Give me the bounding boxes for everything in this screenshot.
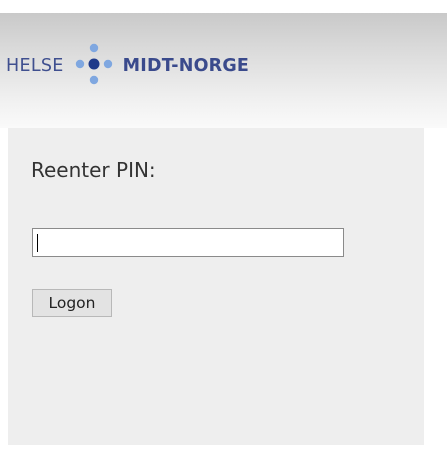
- page-title: Reenter PIN:: [31, 158, 156, 182]
- text-caret: [37, 234, 38, 252]
- logon-button[interactable]: Logon: [32, 289, 112, 317]
- app-header: HELSE MIDT-NORGE: [0, 13, 447, 128]
- logo-dot-right: [103, 59, 112, 69]
- login-panel: Reenter PIN: Logon: [8, 128, 424, 445]
- logo-dot-left: [75, 59, 84, 69]
- logo-dot-top: [89, 43, 98, 53]
- helse-midt-norge-logo: HELSE MIDT-NORGE: [6, 38, 249, 96]
- logo-dot-bottom: [89, 75, 98, 85]
- logo-text-helse: HELSE: [6, 56, 64, 77]
- four-dots-cross-icon: [75, 43, 112, 85]
- logo-text-midt-norge: MIDT-NORGE: [122, 56, 250, 77]
- pin-input[interactable]: [32, 228, 344, 257]
- logo-dot-center: [88, 58, 100, 70]
